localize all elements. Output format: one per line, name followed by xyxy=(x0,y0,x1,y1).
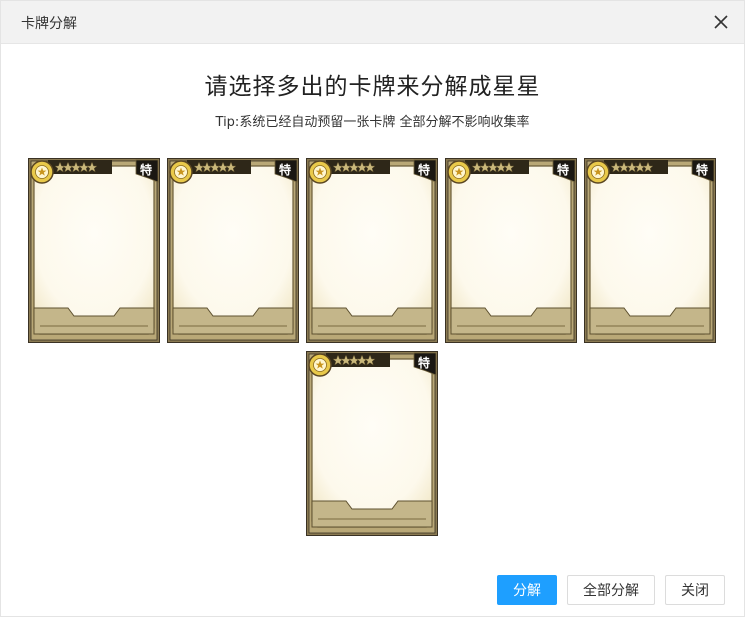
decompose-dialog: 卡牌分解 请选择多出的卡牌来分解成星星 Tip:系统已经自动预留一张卡牌 全部分… xyxy=(0,0,745,617)
card-frame: 特 xyxy=(28,158,160,343)
decompose-all-button[interactable]: 全部分解 xyxy=(567,575,655,605)
card-frame: 特 xyxy=(167,158,299,343)
page-heading: 请选择多出的卡牌来分解成星星 xyxy=(204,74,541,100)
dialog-title: 卡牌分解 xyxy=(21,16,77,32)
decompose-button[interactable]: 分解 xyxy=(497,575,557,605)
card-badge: 特 xyxy=(418,355,430,370)
card-badge: 特 xyxy=(696,162,708,177)
card-frame: 特 xyxy=(445,158,577,343)
card-badge: 特 xyxy=(140,162,152,177)
dialog-titlebar: 卡牌分解 xyxy=(1,1,744,44)
card-frame: 特 xyxy=(584,158,716,343)
card-item[interactable]: 特 xyxy=(306,351,438,536)
card-frame: 特 xyxy=(306,158,438,343)
card-item[interactable]: 特 xyxy=(167,158,299,343)
card-item[interactable]: 特 xyxy=(28,158,160,343)
card-item[interactable]: 特 xyxy=(445,158,577,343)
card-badge: 特 xyxy=(557,162,569,177)
tip-text: Tip:系统已经自动预留一张卡牌 全部分解不影响收集率 xyxy=(215,115,530,130)
card-frame: 特 xyxy=(306,351,438,536)
close-icon[interactable] xyxy=(712,13,730,31)
card-badge: 特 xyxy=(418,162,430,177)
card-badge: 特 xyxy=(279,162,291,177)
close-button[interactable]: 关闭 xyxy=(665,575,725,605)
card-item[interactable]: 特 xyxy=(306,158,438,343)
card-item[interactable]: 特 xyxy=(584,158,716,343)
